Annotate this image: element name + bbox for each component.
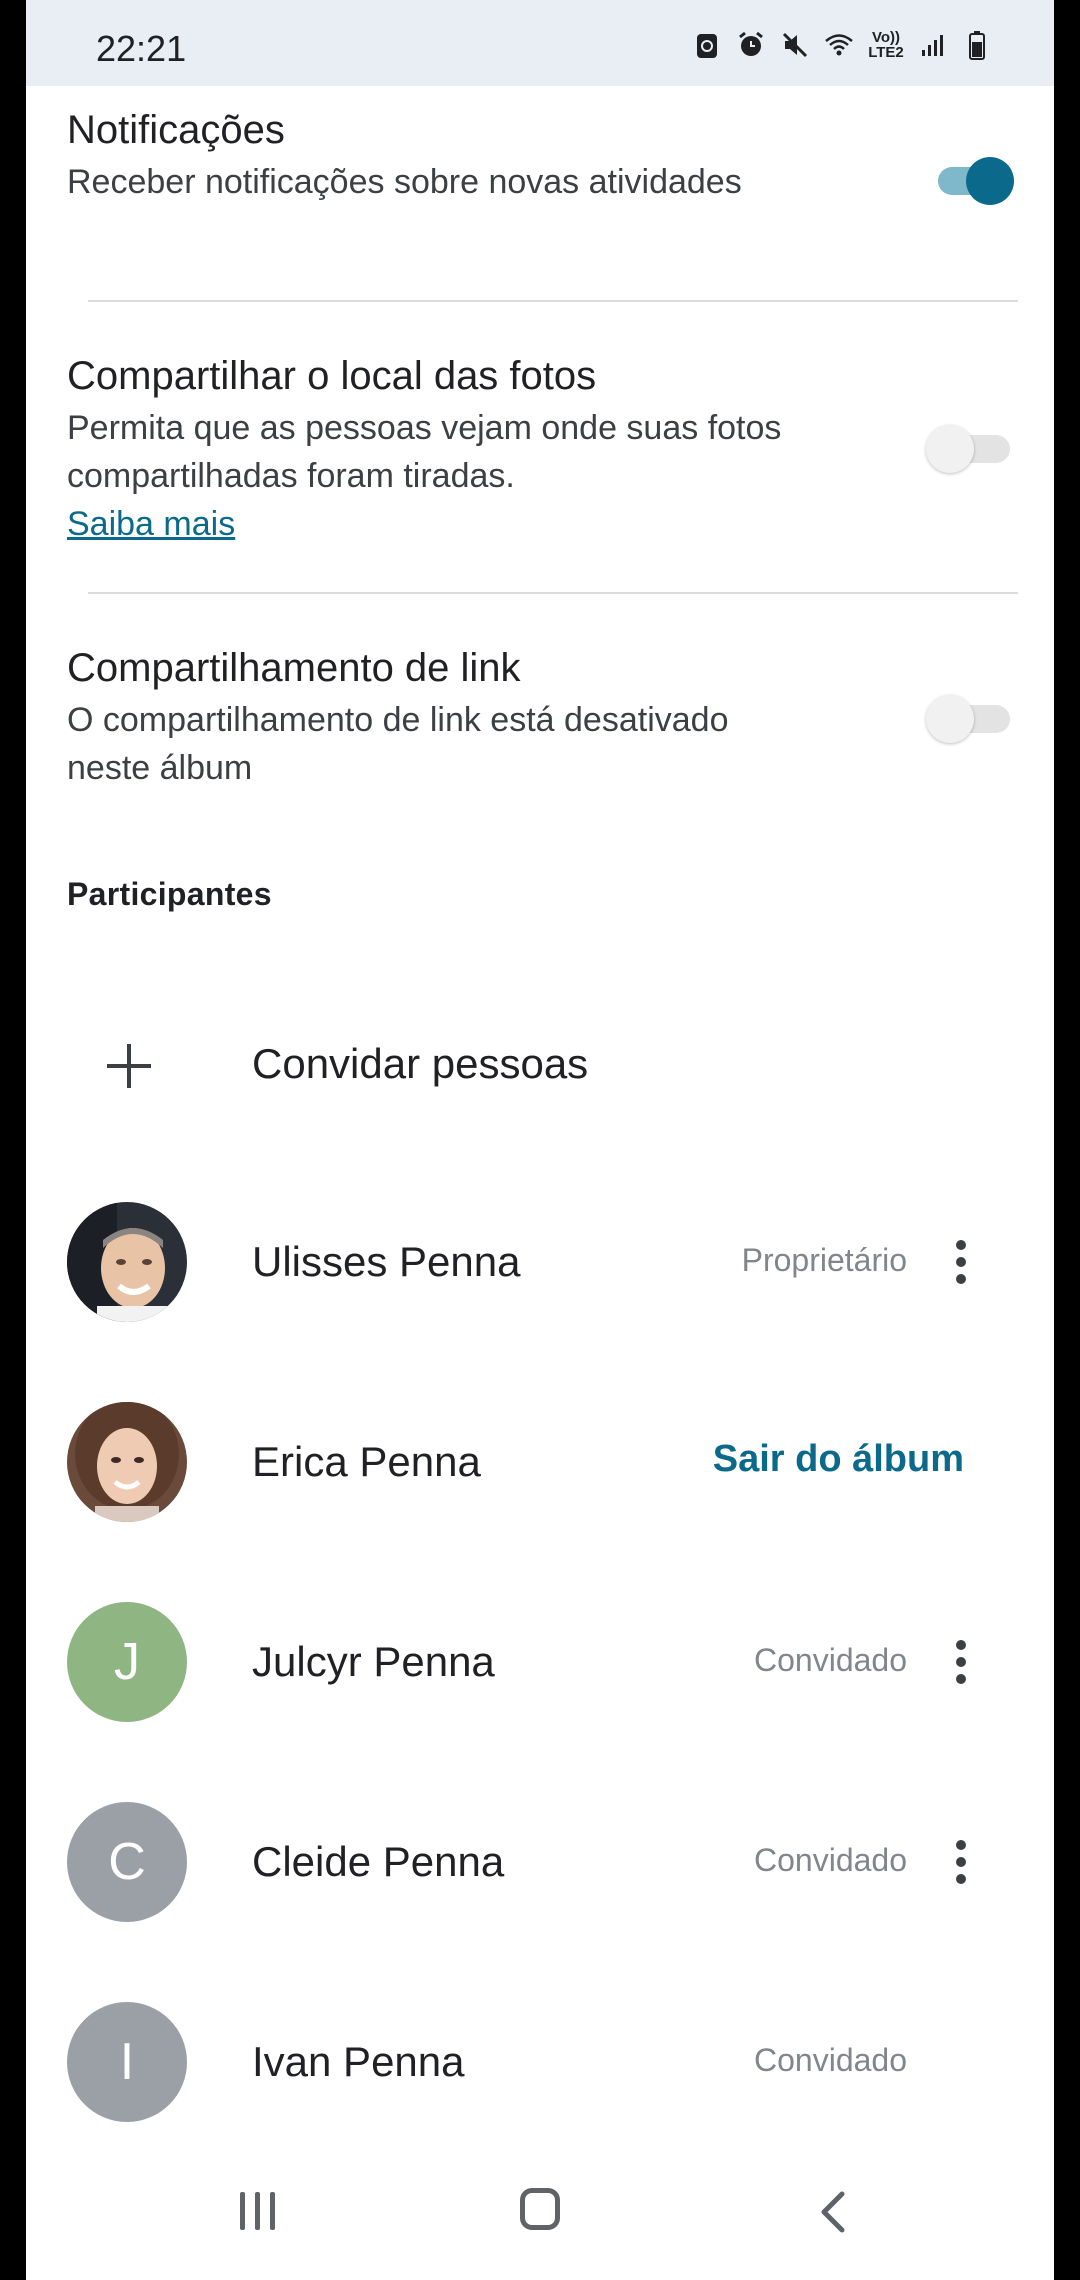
participant-role: Proprietário [741,1242,907,1278]
participant-role: Convidado [754,2042,907,2078]
back-icon[interactable] [814,2190,854,2234]
learn-more-link[interactable]: Saiba mais [67,500,235,548]
participant-name: Erica Penna [252,1438,481,1485]
avatar: C [67,1802,187,1922]
avatar: J [67,1602,187,1722]
link-sharing-toggle[interactable] [926,688,1010,748]
status-bar: 22:21 Vo)) LTE2 [26,0,1054,86]
toggle-thumb [926,695,974,743]
participant-row[interactable]: I Ivan Penna Convidado [67,2000,1017,2124]
participants-header: Participantes [67,876,272,912]
notifications-setting[interactable]: Notificações Receber notificações sobre … [67,104,1017,206]
participant-row[interactable]: Erica Penna Sair do álbum [67,1400,1017,1524]
divider [88,300,1018,302]
share-location-toggle[interactable] [926,418,1010,478]
more-options-icon[interactable] [943,1236,979,1288]
participant-name: Cleide Penna [252,1838,505,1885]
signal-icon [918,30,948,60]
avatar [67,1402,187,1522]
participant-name: Ivan Penna [252,2038,465,2085]
link-sharing-description: O compartilhamento de link está desativa… [67,701,729,787]
wifi-icon [824,30,854,60]
notifications-description: Receber notificações sobre novas ativida… [67,163,742,201]
invite-people-button[interactable]: Convidar pessoas [67,1020,1017,1110]
plus-icon [107,1044,151,1088]
share-location-title: Compartilhar o local das fotos [67,354,597,398]
avatar: I [67,2002,187,2122]
share-location-description: Permita que as pessoas vejam onde suas f… [67,409,782,495]
mute-icon [780,30,810,60]
participant-role: Convidado [754,1642,907,1678]
navigation-bar [26,2150,1054,2280]
album-options-screen: 22:21 Vo)) LTE2 Notificações Receber not… [26,0,1054,2280]
avatar [67,1202,187,1322]
home-icon[interactable] [520,2188,560,2230]
toggle-thumb [926,425,974,473]
more-options-icon[interactable] [943,1636,979,1688]
divider [88,592,1018,594]
participant-name: Ulisses Penna [252,1238,521,1285]
notifications-title: Notificações [67,108,285,152]
battery-saver-icon [692,30,722,60]
link-sharing-title: Compartilhamento de link [67,646,521,690]
participant-row[interactable]: Ulisses Penna Proprietário [67,1200,1017,1324]
link-sharing-setting[interactable]: Compartilhamento de link O compartilhame… [67,642,1017,792]
toggle-thumb [966,157,1014,205]
participant-role: Convidado [754,1842,907,1878]
battery-icon [962,30,992,60]
leave-album-button[interactable]: Sair do álbum [713,1438,964,1481]
participant-row[interactable]: J Julcyr Penna Convidado [67,1600,1017,1724]
invite-people-label: Convidar pessoas [252,1040,589,1087]
participant-row[interactable]: C Cleide Penna Convidado [67,1800,1017,1924]
share-location-setting[interactable]: Compartilhar o local das fotos Permita q… [67,350,1017,548]
notifications-toggle[interactable] [930,150,1014,210]
status-icons: Vo)) LTE2 [692,30,992,60]
volte-icon: Vo)) LTE2 [868,29,904,61]
alarm-icon [736,30,766,60]
participant-name: Julcyr Penna [252,1638,495,1685]
status-time: 22:21 [96,28,187,69]
recent-apps-icon[interactable] [238,2192,278,2232]
more-options-icon[interactable] [943,1836,979,1888]
